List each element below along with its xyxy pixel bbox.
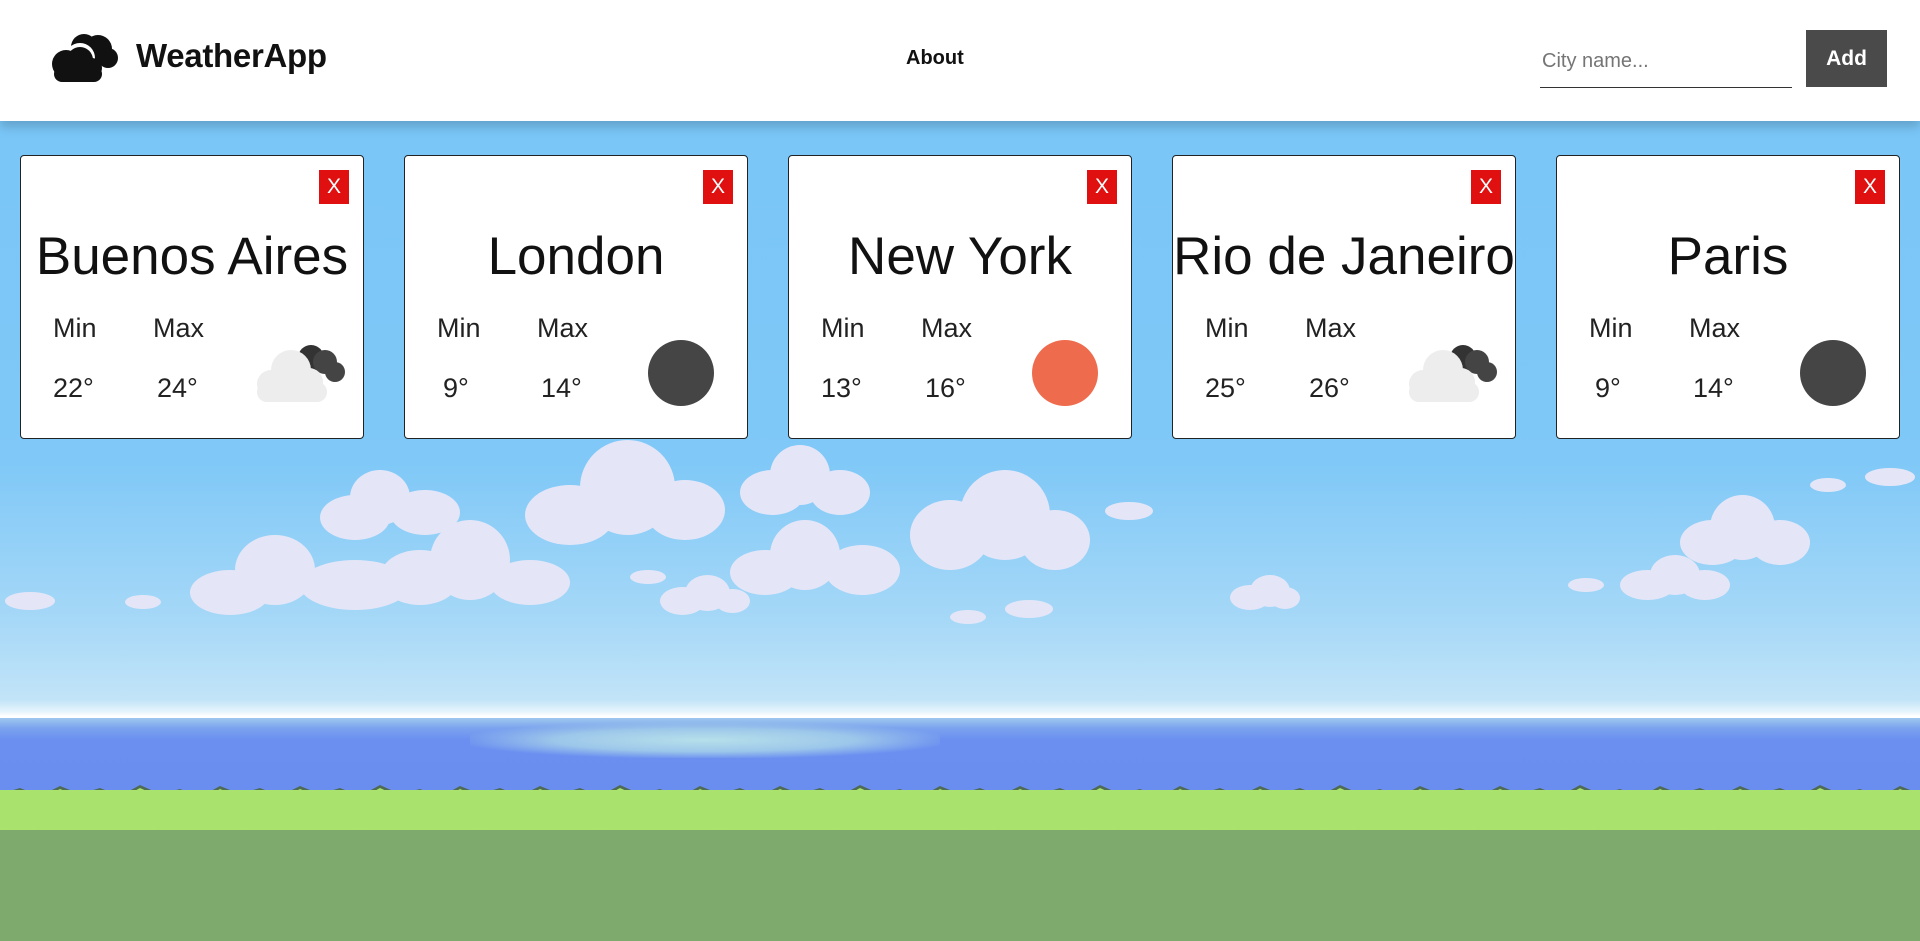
background-cloud <box>125 595 161 609</box>
city-name-input[interactable] <box>1540 36 1792 88</box>
sun-icon <box>1032 340 1098 406</box>
background-cloud <box>660 575 750 615</box>
background-cloud <box>1865 468 1915 486</box>
city-name: London <box>487 227 665 286</box>
remove-city-button[interactable]: X <box>1087 170 1117 204</box>
max-temp: 14° <box>1693 373 1734 403</box>
min-temp: 13° <box>821 373 862 403</box>
dark-circle-icon <box>1800 340 1866 406</box>
remove-city-button[interactable]: X <box>1471 170 1501 204</box>
max-temp: 24° <box>157 373 198 403</box>
background-cloud <box>630 570 666 584</box>
cloudy-icon <box>1409 345 1497 402</box>
min-label: Min <box>437 313 481 343</box>
max-temp: 26° <box>1309 373 1350 403</box>
background-cloud <box>950 610 986 624</box>
dark-circle-icon <box>648 340 714 406</box>
remove-city-button[interactable]: X <box>319 170 349 204</box>
city-name: Rio de Janeiro <box>1173 227 1515 286</box>
city-card: X Rio de Janeiro Min Max 25° 26° <box>1172 155 1516 439</box>
remove-city-button[interactable]: X <box>1855 170 1885 204</box>
app-brand[interactable]: WeatherApp <box>136 37 327 75</box>
city-name: New York <box>848 227 1072 286</box>
cloudy-icon <box>257 345 345 402</box>
background-cloud <box>525 440 725 550</box>
max-label: Max <box>921 313 973 343</box>
remove-city-button[interactable]: X <box>703 170 733 204</box>
max-label: Max <box>1689 313 1741 343</box>
background-cloud <box>1005 600 1053 618</box>
background-cloud <box>190 535 410 615</box>
background-cloud <box>1230 575 1300 610</box>
city-card: X New York Min Max 13° 16° <box>788 155 1132 439</box>
max-temp: 16° <box>925 373 966 403</box>
max-label: Max <box>153 313 205 343</box>
sea-reflection <box>470 722 940 758</box>
min-label: Min <box>821 313 865 343</box>
min-label: Min <box>53 313 97 343</box>
min-label: Min <box>1205 313 1249 343</box>
background-cloud <box>1620 555 1730 600</box>
min-temp: 22° <box>53 373 94 403</box>
app-header: WeatherApp About Add <box>0 0 1920 121</box>
background-cloud <box>1810 478 1846 492</box>
add-city-button[interactable]: Add <box>1806 30 1887 87</box>
city-name: Paris <box>1667 227 1789 286</box>
background-cloud <box>730 520 900 600</box>
background-cloud <box>5 592 55 610</box>
background-cloud <box>1568 578 1604 592</box>
min-temp: 25° <box>1205 373 1246 403</box>
city-cards-row: X Buenos Aires Min Max 22° 24° X London … <box>0 155 1920 440</box>
city-card: X Buenos Aires Min Max 22° 24° <box>20 155 364 439</box>
city-card: X London Min Max 9° 14° <box>404 155 748 439</box>
nav-about-link[interactable]: About <box>906 47 964 70</box>
background-cloud <box>910 470 1090 580</box>
clouds-logo-icon <box>52 34 118 82</box>
min-temp: 9° <box>443 373 469 403</box>
city-card: X Paris Min Max 9° 14° <box>1556 155 1900 439</box>
max-label: Max <box>537 313 589 343</box>
min-temp: 9° <box>1595 373 1621 403</box>
background-scene <box>0 0 1920 941</box>
ground <box>0 830 1920 941</box>
max-temp: 14° <box>541 373 582 403</box>
background-cloud <box>740 445 870 520</box>
city-name: Buenos Aires <box>35 227 349 286</box>
background-cloud <box>1105 502 1153 520</box>
max-label: Max <box>1305 313 1357 343</box>
min-label: Min <box>1589 313 1633 343</box>
